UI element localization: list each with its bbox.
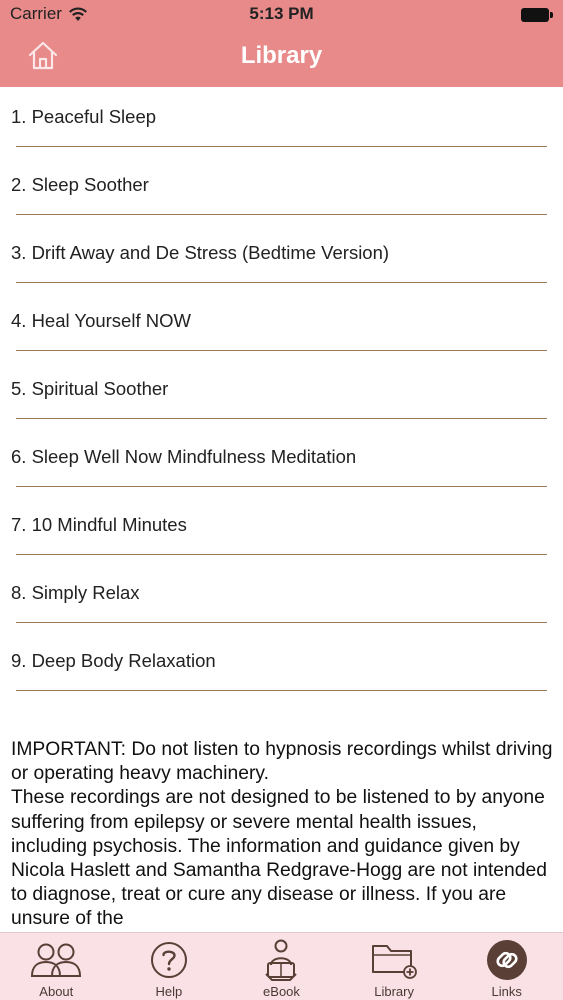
library-item-label: 6. Sleep Well Now Mindfulness Meditation: [11, 446, 357, 467]
status-time: 5:13 PM: [249, 4, 314, 23]
library-item-label: 8. Simply Relax: [11, 582, 140, 603]
tab-help[interactable]: Help: [113, 933, 226, 1000]
library-item[interactable]: 6. Sleep Well Now Mindfulness Meditation: [0, 427, 563, 495]
status-bar: Carrier 5:13 PM: [0, 0, 563, 30]
disclaimer-body: These recordings are not designed to be …: [11, 787, 547, 930]
library-item[interactable]: 7. 10 Mindful Minutes: [0, 495, 563, 563]
library-item-label: 4. Heal Yourself NOW: [11, 310, 191, 331]
divider: [16, 486, 547, 487]
library-item[interactable]: 3. Drift Away and De Stress (Bedtime Ver…: [0, 223, 563, 291]
disclaimer-warning: IMPORTANT: Do not listen to hypnosis rec…: [11, 739, 553, 785]
divider: [16, 282, 547, 283]
divider: [16, 350, 547, 351]
tab-label: Library: [374, 984, 414, 999]
header: Carrier 5:13 PM Library: [0, 0, 563, 87]
library-item[interactable]: 8. Simply Relax: [0, 563, 563, 631]
divider: [16, 690, 547, 691]
tab-label: Help: [155, 984, 183, 999]
tab-label: About: [39, 984, 74, 999]
library-item-label: 7. 10 Mindful Minutes: [11, 514, 187, 535]
divider: [16, 146, 547, 147]
divider: [16, 554, 547, 555]
page-title: Library: [240, 42, 323, 69]
people-icon: [0, 939, 113, 981]
reader-icon: [225, 939, 338, 981]
battery-icon: [521, 8, 553, 22]
tab-label: Links: [491, 984, 522, 999]
library-item-label: 9. Deep Body Relaxation: [11, 650, 216, 671]
library-item-label: 5. Spiritual Soother: [11, 378, 169, 399]
divider: [16, 214, 547, 215]
library-list: 1. Peaceful Sleep 2. Sleep Soother 3. Dr…: [0, 87, 563, 699]
tab-ebook[interactable]: eBook: [225, 933, 338, 1000]
tab-bar: About Help eBook Library Links: [0, 932, 563, 1000]
library-item-label: 3. Drift Away and De Stress (Bedtime Ver…: [11, 242, 390, 263]
library-item[interactable]: 2. Sleep Soother: [0, 155, 563, 223]
tab-label: eBook: [263, 984, 300, 999]
folder-add-icon: [338, 939, 451, 981]
tab-library[interactable]: Library: [338, 933, 451, 1000]
question-icon: [113, 939, 226, 981]
library-item[interactable]: 1. Peaceful Sleep: [0, 87, 563, 155]
tab-links[interactable]: Links: [450, 933, 563, 1000]
library-item[interactable]: 5. Spiritual Soother: [0, 359, 563, 427]
divider: [16, 418, 547, 419]
disclaimer-text: IMPORTANT: Do not listen to hypnosis rec…: [11, 738, 556, 931]
divider: [16, 622, 547, 623]
nav-bar: Library: [0, 30, 563, 87]
library-item-label: 1. Peaceful Sleep: [11, 106, 157, 127]
library-item[interactable]: 4. Heal Yourself NOW: [0, 291, 563, 359]
library-item-label: 2. Sleep Soother: [11, 174, 149, 195]
library-item[interactable]: 9. Deep Body Relaxation: [0, 631, 563, 699]
tab-about[interactable]: About: [0, 933, 113, 1000]
link-icon: [450, 939, 563, 981]
